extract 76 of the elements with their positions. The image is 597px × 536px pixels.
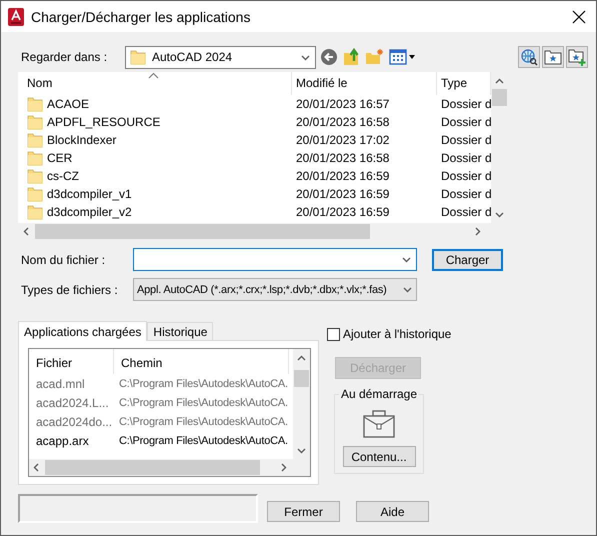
file-cell[interactable]: acad2024do... xyxy=(29,414,114,428)
file-cell[interactable]: acapp.arx xyxy=(29,434,114,448)
load-button[interactable]: Charger xyxy=(432,248,503,270)
close-button[interactable]: Fermer xyxy=(267,501,340,522)
window-title: Charger/Décharger les applications xyxy=(31,8,252,24)
column-header[interactable]: Nom xyxy=(18,72,292,95)
favorites-button[interactable] xyxy=(542,46,564,68)
group-title: Au démarrage xyxy=(340,387,418,401)
checkbox-label[interactable]: Ajouter à l'historique xyxy=(343,327,452,341)
scroll-thumb[interactable] xyxy=(35,224,370,239)
modified-date-cell-text: 20/01/2023 16:58 xyxy=(295,151,390,165)
add-favorite-button[interactable] xyxy=(566,46,588,68)
modified-date-cell-text: 20/01/2023 16:58 xyxy=(295,115,390,129)
help-button[interactable]: Aide xyxy=(356,501,429,522)
sort-indicator-icon xyxy=(148,72,159,79)
file-name-label: Nom du fichier : xyxy=(20,252,106,266)
briefcase-icon xyxy=(363,410,395,438)
type-cell-text: Dossier d xyxy=(440,133,491,147)
file-name-field[interactable] xyxy=(133,248,417,271)
file-types-label: Types de fichiers : xyxy=(20,282,119,296)
type-cell-text: Dossier d xyxy=(440,115,491,129)
file-cell[interactable]: acad.mnl xyxy=(29,376,114,390)
horizontal-scrollbar[interactable] xyxy=(29,459,293,476)
file-name-cell[interactable]: d3dcompiler_v2 xyxy=(47,205,132,219)
close-icon[interactable] xyxy=(572,10,586,24)
path-cell-text: C:\Program Files\Autodesk\AutoCA. xyxy=(118,434,289,446)
modified-date-cell-text: 20/01/2023 16:59 xyxy=(295,205,390,219)
contents-button[interactable]: Contenu... xyxy=(342,446,416,467)
tab[interactable]: Applications chargées xyxy=(18,321,148,341)
tab[interactable]: Historique xyxy=(147,322,214,340)
folder-icon xyxy=(27,114,43,130)
globe-search-icon xyxy=(520,48,538,66)
folder-icon xyxy=(27,132,43,148)
file-name-cell[interactable]: cs-CZ xyxy=(47,169,79,183)
file-types-dropdown[interactable]: Appl. AutoCAD (*.arx;*.crx;*.lsp;*.dvb;*.dbx;*.vlx;*.fas) xyxy=(133,278,417,301)
modified-date-cell-text: 20/01/2023 16:59 xyxy=(295,169,390,183)
path-cell-text: C:\Program Files\Autodesk\AutoCA. xyxy=(118,416,289,428)
file-name-cell[interactable]: d3dcompiler_v1 xyxy=(47,187,132,201)
type-cell-text: Dossier d xyxy=(440,187,491,201)
folder-icon xyxy=(27,168,43,184)
column-header[interactable]: Fichier xyxy=(29,349,114,374)
folder-icon xyxy=(27,186,43,202)
path-cell-text: C:\Program Files\Autodesk\AutoCA. xyxy=(118,396,289,408)
look-in-dropdown[interactable]: AutoCAD 2024 xyxy=(125,46,316,68)
views-menu-icon[interactable] xyxy=(389,47,417,67)
folder-icon xyxy=(27,96,43,112)
scroll-thumb[interactable] xyxy=(45,460,260,475)
scroll-thumb[interactable] xyxy=(492,89,507,106)
file-name-cell[interactable]: BlockIndexer xyxy=(47,133,116,147)
folder-icon xyxy=(27,204,43,220)
checkbox[interactable] xyxy=(327,328,340,340)
type-cell-text: Dossier d xyxy=(440,169,491,183)
column-header[interactable]: Chemin xyxy=(114,349,289,374)
vertical-scrollbar[interactable] xyxy=(293,349,310,459)
new-folder-icon[interactable] xyxy=(365,47,385,67)
folder-icon xyxy=(27,150,43,166)
type-cell-text: Dossier d xyxy=(440,97,491,111)
file-name-cell[interactable]: ACAOE xyxy=(47,97,90,111)
file-name-cell[interactable]: APDFL_RESOURCE xyxy=(47,115,160,129)
folder-star-plus-icon xyxy=(568,48,586,66)
folder-icon xyxy=(130,49,146,65)
file-name-cell[interactable]: CER xyxy=(47,151,72,165)
type-cell-text: Dossier d xyxy=(440,151,491,165)
modified-date-cell-text: 20/01/2023 16:59 xyxy=(295,187,390,201)
web-search-button[interactable] xyxy=(518,46,540,68)
modified-date-cell-text: 20/01/2023 16:57 xyxy=(295,97,390,111)
folder-star-icon xyxy=(544,49,562,65)
type-cell-text: Dossier d xyxy=(440,205,491,219)
modified-date-cell-text: 20/01/2023 17:02 xyxy=(295,133,390,147)
scroll-thumb[interactable] xyxy=(294,370,309,387)
look-in-label: Regarder dans : xyxy=(20,50,108,64)
back-icon[interactable] xyxy=(319,47,339,67)
file-cell[interactable]: acad2024.L... xyxy=(29,396,114,410)
app-logo-icon xyxy=(8,8,24,26)
column-header[interactable]: Modifié le xyxy=(292,72,437,95)
path-cell-text: C:\Program Files\Autodesk\AutoCA. xyxy=(118,378,289,390)
